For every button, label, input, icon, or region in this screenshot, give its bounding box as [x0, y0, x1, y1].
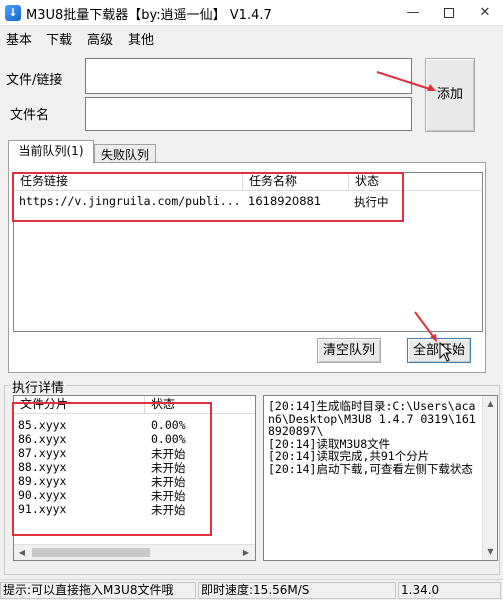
file-link-input[interactable] [85, 58, 412, 94]
scrollbar-thumb[interactable] [32, 548, 150, 557]
clear-queue-button[interactable]: 清空队列 [317, 338, 381, 363]
segment-list[interactable]: 文件分片 状态 85.xyyx 0.00% 86.xyyx 0.00% 87.x… [13, 395, 256, 561]
queue-list[interactable]: 任务链接 任务名称 状态 https://v.jingruila.com/pub… [13, 172, 483, 332]
maximize-icon [444, 7, 454, 18]
add-button[interactable]: 添加 [425, 58, 475, 132]
task-name-cell: 1618920881 [248, 194, 322, 208]
file-link-label: 文件/链接 [6, 73, 63, 88]
menu-other[interactable]: 其他 [128, 29, 154, 48]
menu-bar: 基本 下载 高级 其他 [0, 27, 503, 48]
start-all-button[interactable]: 全部开始 [407, 338, 471, 363]
task-link-cell: https://v.jingruila.com/publi... [19, 194, 241, 208]
segment-status: 0.00% [151, 418, 186, 432]
status-speed: 即时速度:15.56M/S [198, 582, 396, 599]
column-task-link[interactable]: 任务链接 [14, 173, 243, 191]
segment-file: 87.xyyx [18, 446, 67, 460]
segment-file: 85.xyyx [18, 418, 67, 432]
menu-basic[interactable]: 基本 [6, 29, 32, 48]
status-version: 1.34.0 [398, 582, 501, 599]
log-panel[interactable]: [20:14]生成临时目录:C:\Users\acan6\Desktop\M3U… [263, 395, 498, 561]
segment-file: 90.xyyx [18, 488, 67, 502]
column-segment-status[interactable]: 状态 [145, 396, 255, 414]
close-button[interactable]: ✕ [468, 0, 502, 26]
maximize-button[interactable] [432, 0, 466, 26]
scroll-down-icon[interactable]: ▼ [483, 544, 497, 560]
segment-file: 89.xyyx [18, 474, 67, 488]
tab-current-queue[interactable]: 当前队列(1) [8, 140, 94, 164]
log-text: [20:14]生成临时目录:C:\Users\acan6\Desktop\M3U… [268, 399, 476, 476]
segment-status: 未开始 [151, 503, 186, 517]
status-bar: 提示:可以直接拖入M3U8文件哦 即时速度:15.56M/S 1.34.0 [0, 579, 503, 600]
task-status-cell: 执行中 [354, 195, 389, 209]
column-status[interactable]: 状态 [349, 173, 482, 191]
segment-file: 86.xyyx [18, 432, 67, 446]
segment-list-scrollbar[interactable]: ◀ ▶ [14, 544, 255, 560]
file-name-input[interactable] [85, 97, 412, 131]
segment-status: 0.00% [151, 432, 186, 446]
scroll-right-icon[interactable]: ▶ [238, 545, 254, 560]
segment-file: 88.xyyx [18, 460, 67, 474]
scroll-up-icon[interactable]: ▲ [483, 396, 497, 412]
app-icon: ↓ [5, 5, 21, 21]
menu-advanced[interactable]: 高级 [87, 29, 113, 48]
log-scrollbar[interactable]: ▲ ▼ [482, 396, 497, 560]
status-hint: 提示:可以直接拖入M3U8文件哦 [0, 582, 196, 599]
column-file-segment[interactable]: 文件分片 [14, 396, 145, 414]
tab-failed-queue[interactable]: 失败队列 [94, 144, 156, 164]
minimize-button[interactable]: — [396, 0, 430, 26]
title-bar: ↓ M3U8批量下载器【by:逍遥一仙】 V1.4.7 — ✕ [0, 0, 503, 26]
scroll-left-icon[interactable]: ◀ [14, 545, 30, 560]
window-title: M3U8批量下载器【by:逍遥一仙】 V1.4.7 [26, 8, 272, 23]
segment-file: 91.xyyx [18, 502, 67, 516]
menu-download[interactable]: 下载 [46, 29, 72, 48]
file-name-label: 文件名 [10, 108, 50, 123]
details-group-title: 执行详情 [10, 377, 67, 396]
column-task-name[interactable]: 任务名称 [243, 173, 349, 191]
